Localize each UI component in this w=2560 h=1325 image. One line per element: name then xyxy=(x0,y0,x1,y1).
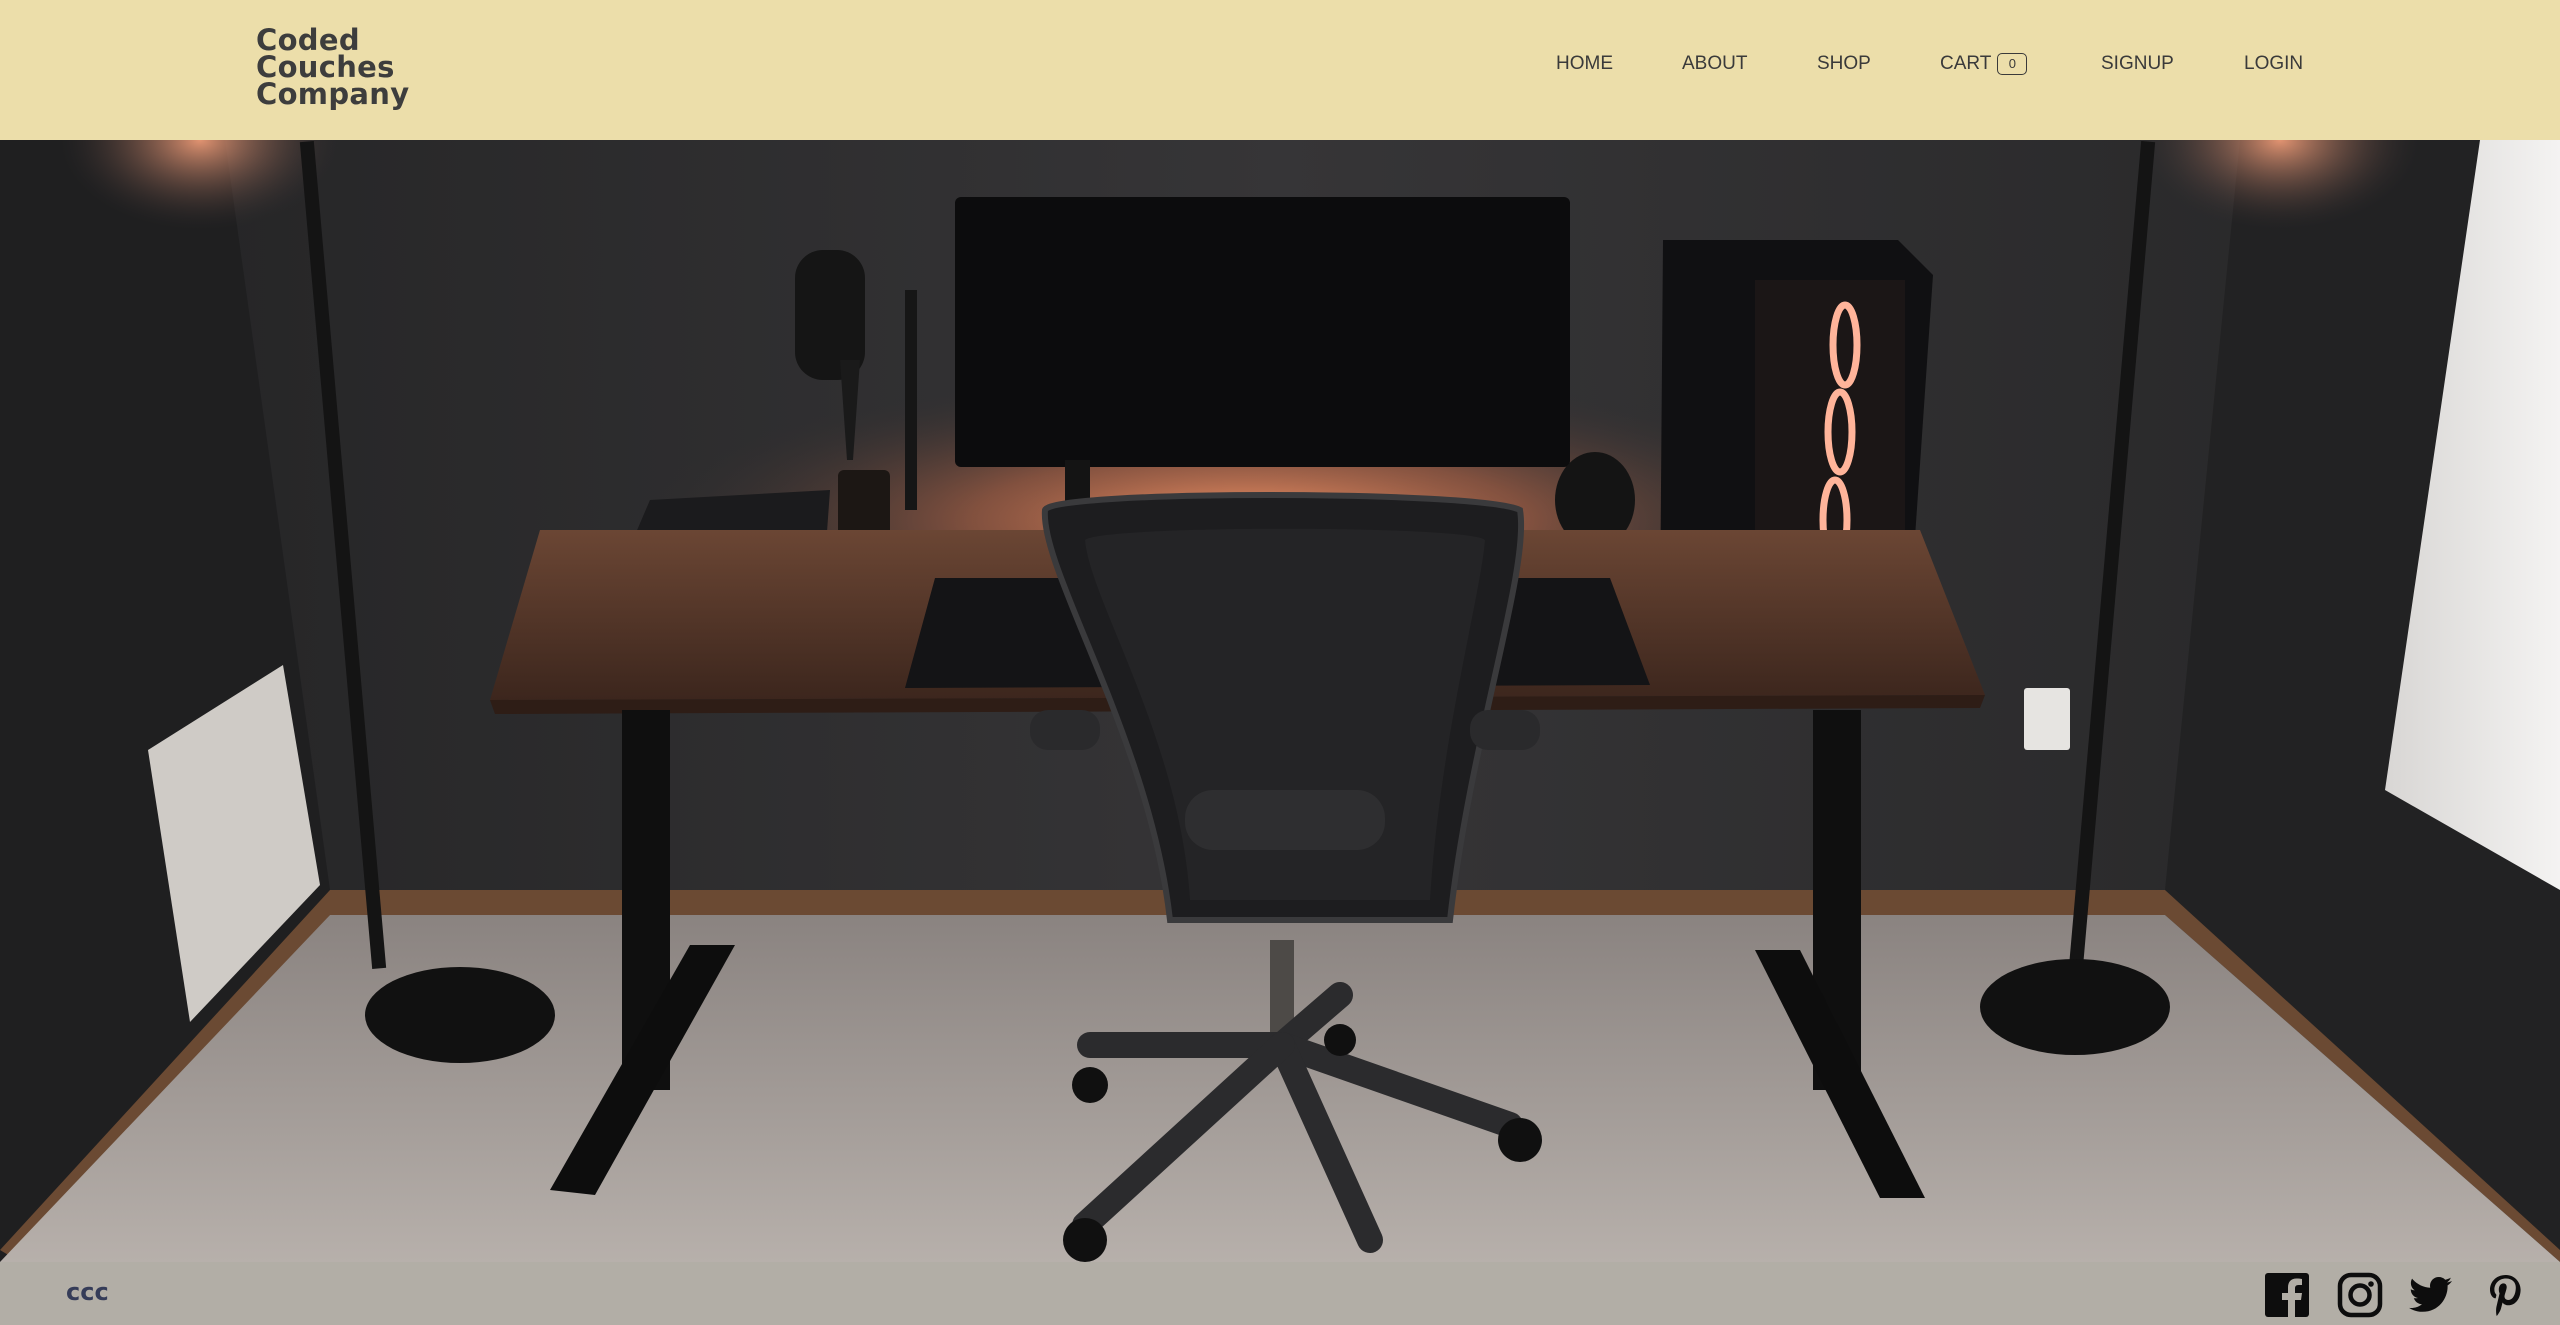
facebook-icon[interactable] xyxy=(2264,1272,2310,1318)
site-header: Coded Couches Company HOME ABOUT SHOP CA… xyxy=(0,0,2560,140)
main-nav: HOME ABOUT SHOP CART 0 SIGNUP LOGIN xyxy=(0,50,2560,80)
cart-label: CART xyxy=(1940,53,1992,74)
footer-text: ccc xyxy=(66,1278,109,1306)
pinterest-icon[interactable] xyxy=(2482,1272,2528,1318)
cart-count-badge: 0 xyxy=(1997,53,2028,75)
nav-cart[interactable]: CART 0 xyxy=(1940,50,2028,78)
nav-shop[interactable]: SHOP xyxy=(1817,50,1871,78)
desk-setup-photo xyxy=(0,140,2560,1262)
twitter-icon[interactable] xyxy=(2408,1272,2454,1318)
nav-about[interactable]: ABOUT xyxy=(1682,50,1747,78)
nav-login[interactable]: LOGIN xyxy=(2244,50,2303,78)
site-footer: ccc xyxy=(0,1262,2560,1325)
brand-line-3: Company xyxy=(256,77,410,111)
instagram-icon[interactable] xyxy=(2337,1272,2383,1318)
nav-home[interactable]: HOME xyxy=(1556,50,1613,78)
hero-image xyxy=(0,140,2560,1262)
nav-signup[interactable]: SIGNUP xyxy=(2101,50,2174,78)
